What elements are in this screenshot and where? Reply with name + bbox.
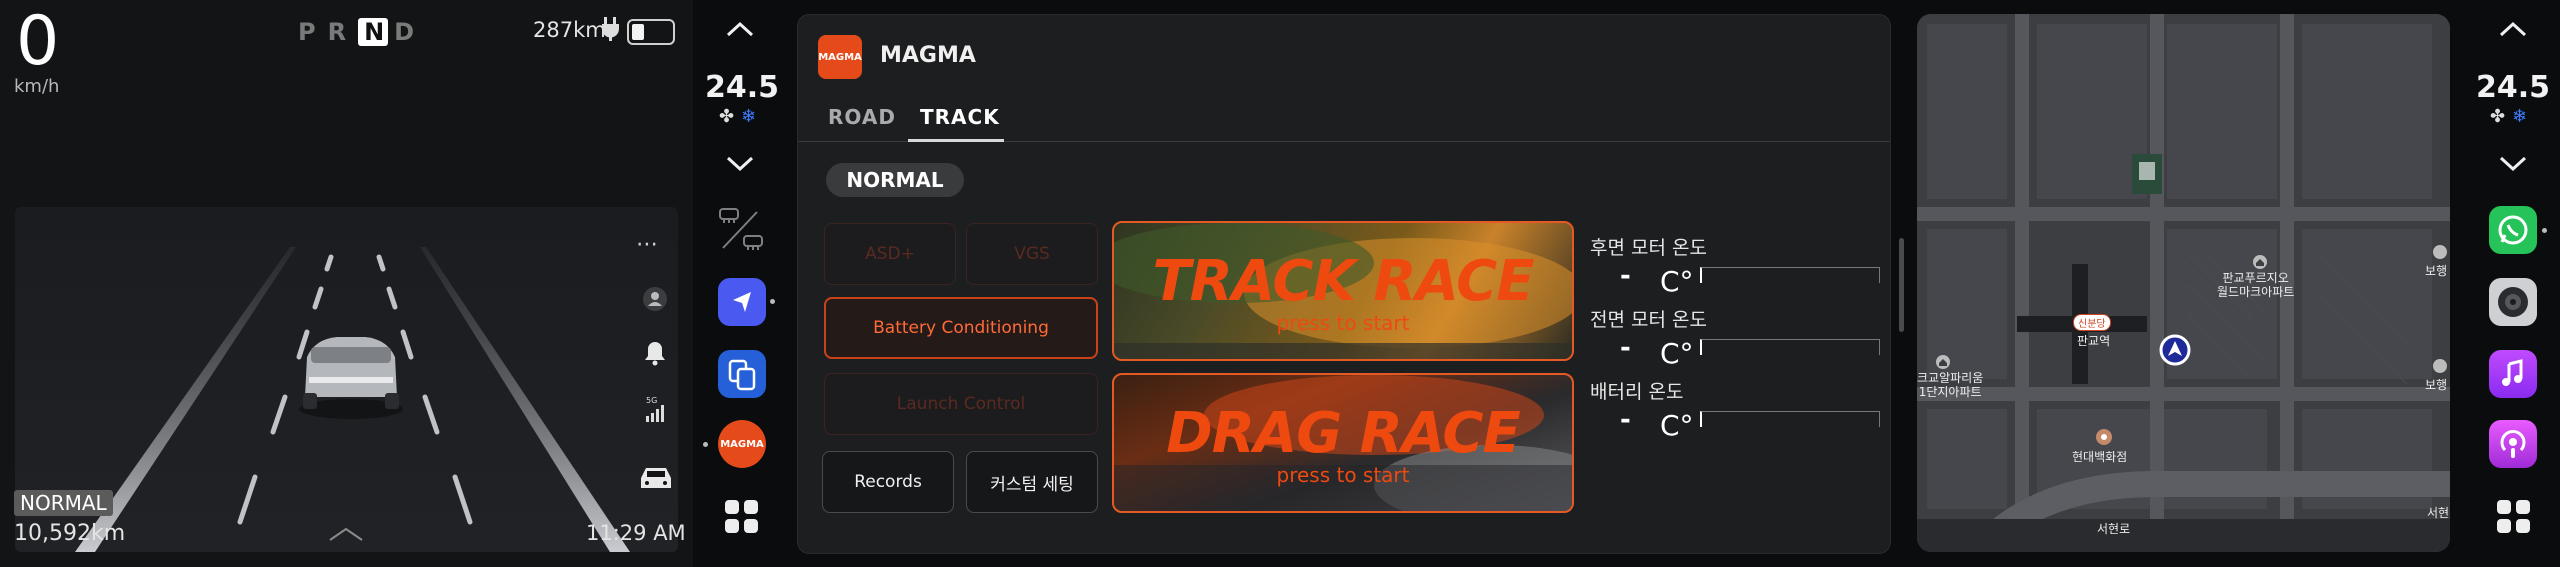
vehicle-status-icon — [641, 468, 671, 488]
track-race-subtitle: press to start — [1276, 311, 1410, 335]
range-value: 287km — [533, 18, 606, 42]
instrument-cluster: 0 km/h PR N D 287km ⋯ 5G NORMAL 10,592km… — [0, 0, 693, 567]
chevron-down-icon[interactable] — [2498, 155, 2528, 173]
front-motor-temp-label: 전면 모터 온도 — [1590, 309, 1707, 331]
climate-temperature[interactable]: 24.5 — [2468, 70, 2558, 105]
launch-control-button[interactable]: Launch Control — [824, 373, 1098, 435]
rear-motor-temp-value: - — [1620, 261, 1631, 291]
drag-race-button[interactable]: DRAG RACE press to start — [1112, 373, 1574, 513]
lane-lines — [75, 247, 630, 552]
gear-r: R — [327, 18, 359, 46]
climate-temperature[interactable]: 24.5 — [697, 70, 787, 105]
rear-motor-temp-unit: C° — [1660, 265, 1694, 298]
right-dock: 24.5 ✤ ❄ — [2466, 0, 2560, 567]
clock: 11:29 AM — [586, 521, 686, 545]
app-grid-icon[interactable] — [2497, 500, 2531, 534]
drag-race-subtitle: press to start — [1276, 463, 1410, 487]
front-motor-temp-unit: C° — [1660, 337, 1694, 370]
asd-button[interactable]: ASD+ — [824, 223, 956, 285]
battery-temp-label: 배터리 온도 — [1590, 381, 1684, 403]
odometer: 10,592km — [14, 521, 126, 546]
poi-icon — [1936, 355, 1950, 369]
tab-road[interactable]: ROAD — [828, 105, 896, 129]
vgs-button[interactable]: VGS — [966, 223, 1098, 285]
rear-motor-temp-gauge — [1700, 267, 1880, 283]
right-edge-label-1: 보행 — [2425, 264, 2448, 278]
apartment-label: 크교알파리움 1단지아파트 — [1917, 371, 1984, 399]
battery-temp-unit: C° — [1660, 409, 1694, 442]
drive-mode-badge: NORMAL — [14, 490, 113, 516]
poi-icon — [2253, 255, 2267, 269]
magma-logo: MAGMA — [818, 35, 862, 79]
chevron-down-icon[interactable] — [725, 155, 755, 173]
chevron-up-icon[interactable] — [2498, 20, 2528, 38]
road-name-label: 서현로 — [2097, 522, 2131, 536]
current-location-icon — [2159, 334, 2191, 366]
left-dock: 24.5 ✤ ❄ MAGMA — [697, 0, 787, 567]
front-motor-temp-value: - — [1620, 333, 1631, 363]
drive-mode-pill[interactable]: NORMAL — [826, 163, 964, 197]
navigation-app-icon[interactable] — [718, 278, 766, 326]
notification-bell-icon — [645, 342, 665, 366]
pangyo-square-label: 판교푸르지오 월드마크아파트 — [2217, 271, 2295, 299]
rear-motor-temp-label: 후면 모터 온도 — [1590, 237, 1707, 259]
gear-selector: PR N D — [298, 18, 426, 46]
tab-track[interactable]: TRACK — [920, 105, 1000, 129]
phone-projection-icon[interactable] — [718, 350, 766, 398]
track-race-title: TRACK RACE — [1152, 249, 1534, 314]
road-visualization — [15, 207, 678, 552]
battery-icon — [627, 19, 675, 45]
front-motor-temp-gauge — [1700, 339, 1880, 355]
pangyo-station-label: 판교역 — [2077, 334, 2111, 348]
podcast-icon[interactable] — [2489, 420, 2537, 468]
right-edge-label-2: 보행 — [2425, 378, 2448, 392]
hyundai-department-store-label: 현대백화점 — [2072, 450, 2128, 464]
app-title: MAGMA — [880, 43, 976, 68]
speed-unit: km/h — [14, 76, 60, 97]
lead-vehicle-icon — [299, 337, 403, 419]
battery-temp-value: - — [1620, 405, 1631, 435]
sinbundang-line-badge: 신분당 — [2073, 314, 2111, 331]
magma-app-window: MAGMA MAGMA ROAD TRACK NORMAL ASD+ VGS B… — [797, 14, 1891, 554]
signal-strength-icon — [646, 405, 664, 422]
battery-conditioning-button[interactable]: Battery Conditioning — [824, 297, 1098, 359]
chevron-up-icon[interactable] — [328, 526, 364, 542]
profile-icon — [643, 287, 667, 311]
poi-icon — [2433, 245, 2447, 259]
more-dots-icon[interactable]: ⋯ — [636, 232, 658, 257]
speed-value: 0 — [16, 2, 60, 81]
whatsapp-icon[interactable] — [2489, 206, 2537, 254]
active-indicator — [770, 299, 775, 304]
gear-n: N — [358, 18, 389, 46]
map-view[interactable]: 신분당 판교역 판교푸르지오 월드마크아파트 크교알파리움 1단지아파트 현대백… — [1917, 14, 2450, 552]
track-race-button[interactable]: TRACK RACE press to start — [1112, 221, 1574, 361]
app-grid-icon[interactable] — [725, 500, 759, 534]
gear-p: P — [298, 18, 328, 46]
snowflake-icon: ❄ — [741, 106, 757, 127]
gear-d: D — [394, 18, 427, 46]
chevron-up-icon[interactable] — [725, 20, 755, 38]
active-indicator — [703, 442, 708, 447]
records-button[interactable]: Records — [822, 451, 954, 513]
poi-icon — [2433, 359, 2447, 373]
map-streets — [1917, 14, 2450, 552]
magma-app-icon[interactable]: MAGMA — [718, 420, 766, 468]
battery-temp-gauge — [1700, 411, 1880, 427]
active-indicator — [2542, 228, 2547, 233]
defrost-icon[interactable] — [717, 206, 765, 254]
snowflake-icon: ❄ — [2512, 106, 2528, 127]
music-icon[interactable] — [2489, 350, 2537, 398]
charging-plug-icon — [602, 17, 619, 41]
fan-icon: ✤ — [719, 106, 735, 127]
department-store-icon — [2096, 429, 2112, 445]
right-edge-label-3: 서현 — [2427, 506, 2450, 520]
tab-active-indicator — [908, 139, 1004, 142]
drag-race-title: DRAG RACE — [1166, 401, 1521, 466]
camera-icon[interactable] — [2489, 278, 2537, 326]
split-resize-handle[interactable] — [1899, 238, 1904, 332]
fan-icon: ✤ — [2490, 106, 2506, 127]
custom-setting-button[interactable]: 커스텀 세팅 — [966, 451, 1098, 513]
